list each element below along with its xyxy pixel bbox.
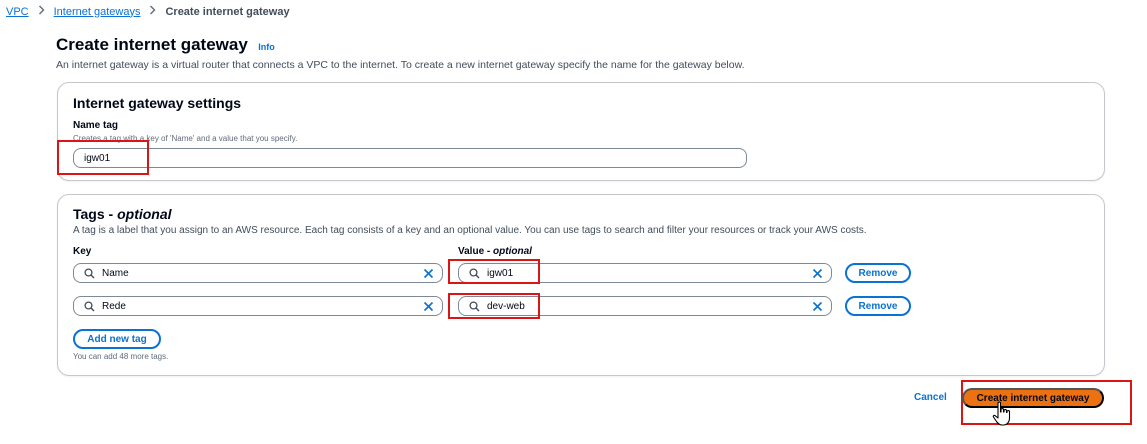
remove-tag-button[interactable]: Remove	[845, 263, 911, 283]
close-icon[interactable]	[422, 300, 434, 312]
tag-key-value: Name	[102, 267, 129, 279]
cancel-button[interactable]: Cancel	[914, 392, 947, 403]
page-title: Create internet gateway	[56, 35, 248, 54]
name-tag-label: Name tag	[73, 120, 119, 131]
tag-key-value: Rede	[102, 300, 126, 312]
tag-key-input[interactable]: Name	[73, 263, 443, 283]
create-internet-gateway-button[interactable]: Create internet gateway	[962, 388, 1104, 408]
settings-container: Internet gateway settings Name tag Creat…	[57, 82, 1105, 181]
breadcrumb-current: Create internet gateway	[165, 5, 290, 18]
tag-limit-text: You can add 48 more tags.	[73, 352, 169, 361]
breadcrumb-link-internet-gateways[interactable]: Internet gateways	[54, 6, 141, 18]
close-icon[interactable]	[811, 267, 823, 279]
chevron-right-icon	[149, 5, 156, 18]
close-icon[interactable]	[422, 267, 434, 279]
add-new-tag-button[interactable]: Add new tag	[73, 329, 161, 349]
annotation-highlight	[448, 259, 540, 284]
breadcrumb: VPC Internet gateways Create internet ga…	[6, 5, 290, 18]
settings-title: Internet gateway settings	[73, 95, 242, 111]
name-tag-input[interactable]: igw01	[73, 148, 747, 168]
annotation-highlight	[57, 140, 149, 175]
search-icon	[83, 267, 95, 279]
hand-pointer-icon	[992, 401, 1014, 427]
tag-key-input[interactable]: Rede	[73, 296, 443, 316]
annotation-highlight	[448, 293, 540, 319]
chevron-right-icon	[38, 5, 45, 18]
search-icon	[83, 300, 95, 312]
value-header: Value - optional	[458, 246, 532, 257]
breadcrumb-link-vpc[interactable]: VPC	[6, 6, 29, 18]
page-header: Create internet gateway Info	[56, 35, 275, 55]
page-description: An internet gateway is a virtual router …	[56, 59, 745, 71]
key-header: Key	[73, 246, 92, 257]
remove-tag-button[interactable]: Remove	[845, 296, 911, 316]
close-icon[interactable]	[811, 300, 823, 312]
info-link[interactable]: Info	[258, 42, 275, 52]
tags-description: A tag is a label that you assign to an A…	[73, 225, 867, 236]
tags-container: Tags - optional A tag is a label that yo…	[57, 194, 1105, 376]
tags-title: Tags - optional	[73, 206, 172, 222]
